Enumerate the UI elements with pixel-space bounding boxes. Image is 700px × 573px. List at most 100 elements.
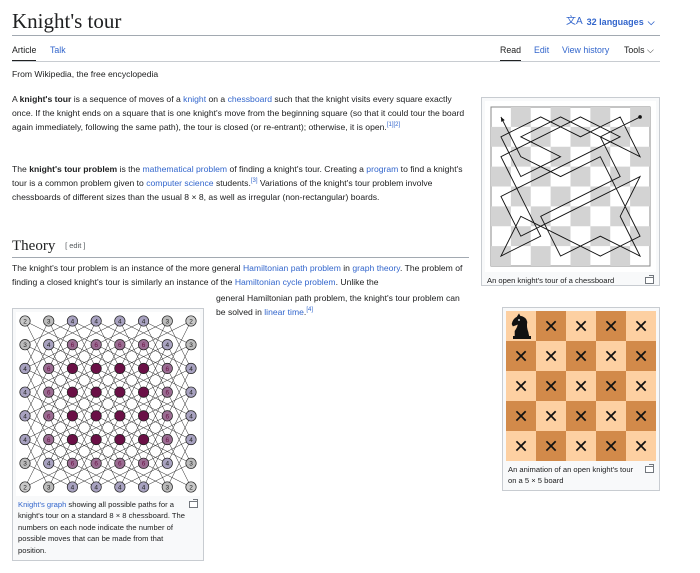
node-degree-label: 6 [165, 437, 169, 444]
bold-term: knight's tour [19, 94, 72, 104]
node-degree-label: 8 [94, 366, 98, 373]
node-degree-label: 4 [47, 461, 51, 468]
node-degree-label: 2 [189, 484, 193, 491]
caption-text: An open knight's tour of a chessboard [487, 276, 615, 285]
animation-board-image[interactable]: ✕ ✕ ✕ ✕ ✕ ✕ ✕ ✕ ✕ ✕ ✕ ✕ ✕ ✕ ✕ ✕ ✕ ✕ ✕ ✕ ✕ ✕ ✕ ✕ [506, 311, 656, 461]
visited-mark: ✕ [513, 377, 528, 398]
node-degree-label: 4 [165, 342, 169, 349]
citation-link[interactable]: [3] [251, 178, 258, 184]
node-degree-label: 8 [142, 366, 146, 373]
translate-icon: 文A [566, 16, 583, 27]
tour-chessboard-image[interactable] [485, 101, 656, 272]
visited-mark: ✕ [603, 377, 618, 398]
node-degree-label: 6 [165, 366, 169, 373]
node-degree-label: 6 [142, 461, 146, 468]
node-degree-label: 3 [165, 484, 169, 491]
section-edit-link[interactable]: [ edit ] [65, 241, 85, 250]
caption-text: An animation of an open knight's tour on… [508, 465, 634, 486]
visited-mark: ✕ [543, 377, 558, 398]
knights-graph-image[interactable]: 2 3 4 4 4 4 3 2 3 4 6 6 6 6 4 3 4 6 8 8 8 8 6 4 4 6 8 8 8 8 6 4 4 6 8 8 8 8 6 4… [16, 312, 200, 496]
tools-menu[interactable]: Tools ⌵ [624, 43, 654, 60]
node-degree-label: 6 [71, 461, 75, 468]
wiki-link[interactable]: computer science [146, 178, 213, 188]
tab-edit[interactable]: Edit [534, 43, 549, 60]
section-heading-label: Theory [12, 238, 56, 254]
node-degree-label: 4 [23, 366, 27, 373]
figure-knights-graph: 2 3 4 4 4 4 3 2 3 4 6 6 6 6 4 3 4 6 8 8 8 8 6 4 4 6 8 8 8 8 6 4 4 6 8 8 8 8 6 4… [12, 308, 204, 561]
wiki-link[interactable]: Knight's graph [18, 500, 66, 509]
node-degree-label: 2 [23, 484, 27, 491]
node-degree-label: 8 [94, 437, 98, 444]
tabs-divider [12, 61, 660, 62]
node-degree-label: 2 [189, 318, 193, 325]
figure-caption: An open knight's tour of a chessboard [485, 272, 656, 286]
node-degree-label: 8 [94, 413, 98, 420]
tab-read[interactable]: Read [500, 43, 522, 62]
node-degree-label: 6 [47, 437, 51, 444]
enlarge-icon[interactable] [645, 464, 654, 473]
node-degree-label: 6 [71, 342, 75, 349]
visited-mark: ✕ [513, 347, 528, 368]
visited-mark: ✕ [633, 317, 648, 338]
node-degree-label: 3 [165, 318, 169, 325]
node-degree-label: 4 [118, 484, 122, 491]
node-degree-label: 8 [142, 390, 146, 397]
chevron-down-icon: ⌵ [647, 45, 654, 55]
node-degree-label: 6 [165, 413, 169, 420]
node-degree-label: 3 [23, 342, 27, 349]
citation-link[interactable]: [1][2] [387, 122, 400, 128]
node-degree-label: 8 [118, 366, 122, 373]
wiki-link[interactable]: knight [183, 94, 206, 104]
node-degree-label: 6 [118, 342, 122, 349]
tab-view-history[interactable]: View history [562, 43, 609, 60]
chevron-down-icon: ⌵ [647, 16, 655, 27]
node-degree-label: 3 [47, 484, 51, 491]
figure-knights-tour: An open knight's tour of a chessboard [481, 97, 660, 286]
node-degree-label: 3 [189, 461, 193, 468]
visited-mark: ✕ [633, 437, 648, 458]
node-degree-label: 4 [94, 484, 98, 491]
node-degree-label: 8 [118, 437, 122, 444]
visited-mark: ✕ [603, 407, 618, 428]
visited-mark: ✕ [513, 407, 528, 428]
node-degree-label: 4 [165, 461, 169, 468]
tab-talk[interactable]: Talk [50, 43, 66, 60]
wiki-link[interactable]: Hamiltonian cycle problem [235, 277, 336, 287]
visited-mark: ✕ [573, 407, 588, 428]
theory-paragraph-1: The knight's tour problem is an instance… [12, 263, 463, 287]
wiki-link[interactable]: mathematical problem [143, 164, 228, 174]
languages-button[interactable]: 文A 32 languages ⌵ [566, 14, 655, 30]
wiki-link[interactable]: linear time [264, 307, 304, 317]
figure-caption: An animation of an open knight's tour on… [506, 461, 656, 487]
figure-5x5-animation: ✕ ✕ ✕ ✕ ✕ ✕ ✕ ✕ ✕ ✕ ✕ ✕ ✕ ✕ ✕ ✕ ✕ ✕ ✕ ✕ ✕ ✕ ✕ ✕ An animation of… [502, 307, 660, 491]
node-degree-label: 2 [23, 318, 27, 325]
visited-mark: ✕ [543, 437, 558, 458]
node-degree-label: 4 [23, 437, 27, 444]
node-degree-label: 4 [118, 318, 122, 325]
node-degree-label: 6 [142, 342, 146, 349]
wiki-link[interactable]: chessboard [228, 94, 272, 104]
node-degree-label: 6 [47, 390, 51, 397]
site-tagline: From Wikipedia, the free encyclopedia [12, 69, 159, 79]
wiki-link[interactable]: program [366, 164, 398, 174]
section-heading-theory: Theory [ edit ] [12, 236, 469, 258]
node-degree-label: 3 [47, 318, 51, 325]
citation-link[interactable]: [4] [306, 307, 313, 313]
node-degree-label: 4 [189, 390, 193, 397]
visited-mark: ✕ [573, 347, 588, 368]
enlarge-icon[interactable] [189, 499, 198, 508]
node-degree-label: 8 [94, 390, 98, 397]
node-degree-label: 6 [47, 366, 51, 373]
enlarge-icon[interactable] [645, 275, 654, 284]
node-degree-label: 6 [118, 461, 122, 468]
visited-mark: ✕ [603, 317, 618, 338]
wiki-link[interactable]: graph theory [352, 263, 400, 273]
wiki-link[interactable]: Hamiltonian path problem [243, 263, 341, 273]
title-divider [12, 35, 660, 36]
node-degree-label: 3 [23, 461, 27, 468]
visited-mark: ✕ [633, 377, 648, 398]
tab-article[interactable]: Article [12, 43, 37, 62]
node-degree-label: 4 [71, 484, 75, 491]
node-degree-label: 4 [189, 366, 193, 373]
node-degree-label: 8 [71, 366, 75, 373]
